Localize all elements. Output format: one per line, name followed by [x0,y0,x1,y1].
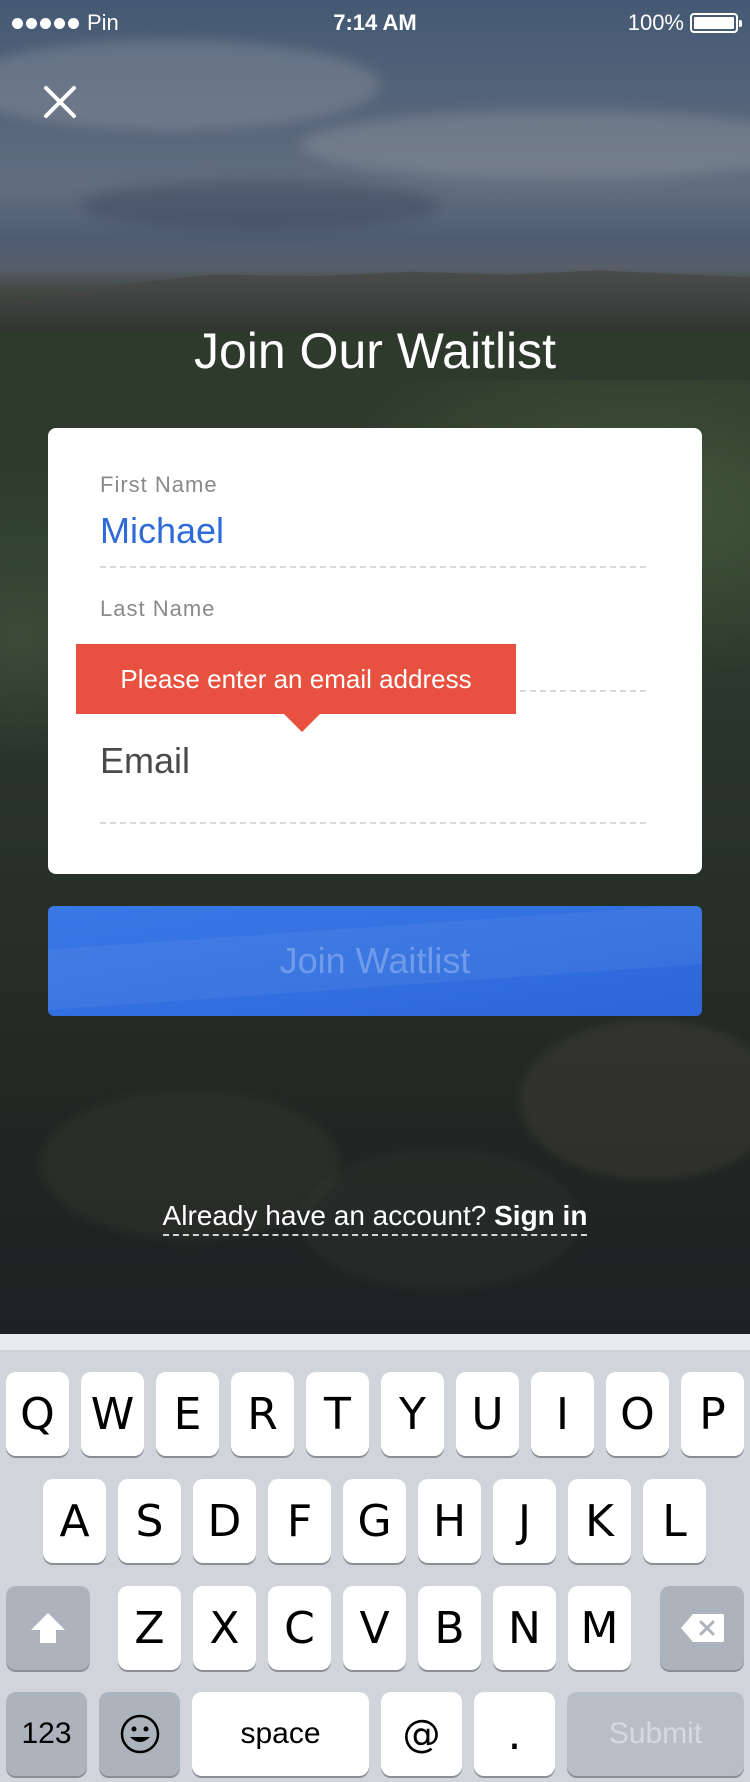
key-x[interactable]: X [193,1586,256,1670]
email-field[interactable]: Email [100,740,646,824]
numbers-key[interactable]: 123 [6,1692,87,1776]
signin-prompt[interactable]: Already have an account? Sign in [0,1200,750,1236]
submit-key[interactable]: Submit [567,1692,744,1776]
emoji-key[interactable] [99,1692,180,1776]
divider [100,822,646,824]
join-waitlist-label: Join Waitlist [279,940,471,981]
key-a[interactable]: A [43,1479,106,1563]
first-name-label: First Name [100,472,218,497]
join-waitlist-button[interactable]: Join Waitlist [48,906,702,1016]
space-key[interactable]: space [192,1692,369,1776]
signin-link-text[interactable]: Sign in [494,1200,587,1231]
keyboard-divider [0,1334,750,1350]
signin-prompt-text: Already have an account? [162,1200,487,1231]
email-input[interactable]: Email [100,740,646,784]
status-bar: Pin 7:14 AM 100% [0,0,750,42]
last-name-label: Last Name [100,596,216,621]
key-w[interactable]: W [81,1372,144,1456]
key-t[interactable]: T [306,1372,369,1456]
key-d[interactable]: D [193,1479,256,1563]
close-button[interactable] [36,78,84,126]
key-r[interactable]: R [231,1372,294,1456]
error-message: Please enter an email address [120,663,472,694]
key-z[interactable]: Z [118,1586,181,1670]
battery-percent: 100% [627,10,684,35]
key-k[interactable]: K [568,1479,631,1563]
signin-link[interactable]: Already have an account? Sign in [162,1200,588,1236]
key-n[interactable]: N [493,1586,556,1670]
emoji-icon [120,1714,159,1754]
key-y[interactable]: Y [381,1372,444,1456]
keyboard: Q W E R T Y U I O P A S D F G H J K L Z … [0,1334,750,1782]
key-q[interactable]: Q [6,1372,69,1456]
key-p[interactable]: P [681,1372,744,1456]
email-error-tooltip: Please enter an email address [76,644,516,732]
at-key[interactable]: @ [381,1692,462,1776]
key-s[interactable]: S [118,1479,181,1563]
key-l[interactable]: L [643,1479,706,1563]
key-o[interactable]: O [606,1372,669,1456]
delete-icon [681,1614,724,1642]
delete-key[interactable] [660,1586,744,1670]
key-c[interactable]: C [268,1586,331,1670]
key-m[interactable]: M [568,1586,631,1670]
key-e[interactable]: E [156,1372,219,1456]
key-j[interactable]: J [493,1479,556,1563]
shift-key[interactable] [6,1586,90,1670]
dot-key[interactable]: . [474,1692,555,1776]
first-name-input[interactable]: Michael [100,510,646,554]
key-v[interactable]: V [343,1586,406,1670]
key-g[interactable]: G [343,1479,406,1563]
key-i[interactable]: I [531,1372,594,1456]
key-h[interactable]: H [418,1479,481,1563]
battery-status: 100% [627,10,742,36]
battery-icon [690,13,742,33]
page-title: Join Our Waitlist [193,323,557,379]
close-icon [44,86,76,118]
first-name-field[interactable]: First Name Michael [100,472,646,568]
key-u[interactable]: U [456,1372,519,1456]
divider [100,566,646,568]
key-b[interactable]: B [418,1586,481,1670]
shift-icon [31,1613,65,1643]
key-f[interactable]: F [268,1479,331,1563]
